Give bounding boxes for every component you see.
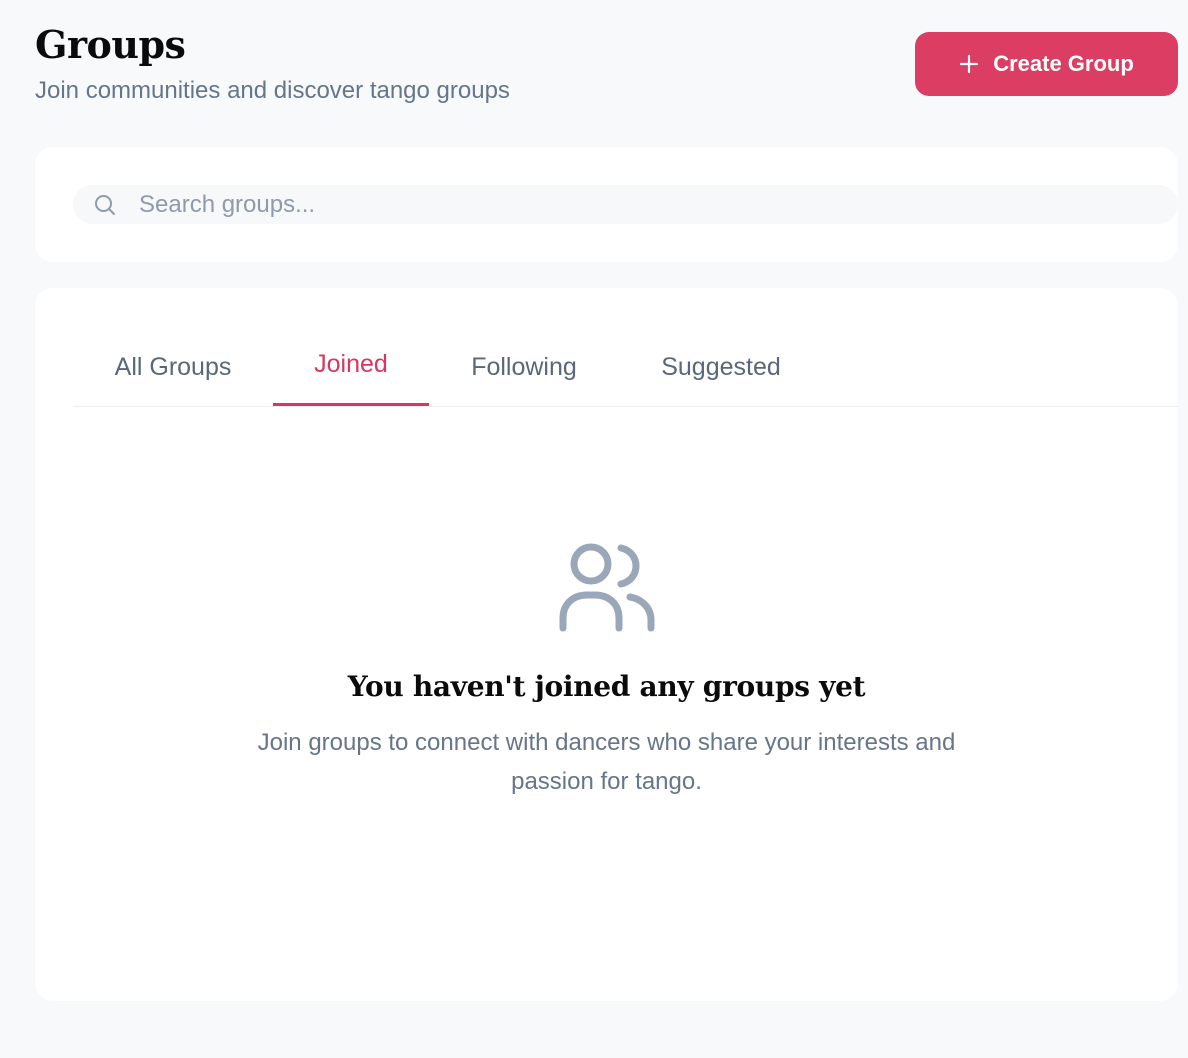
empty-state: You haven't joined any groups yet Join g… — [35, 538, 1178, 801]
create-group-button[interactable]: Create Group — [915, 32, 1178, 96]
users-icon — [557, 538, 657, 634]
search-box[interactable] — [73, 185, 1178, 224]
groups-content-card: All Groups Joined Following Suggested Yo… — [35, 288, 1178, 1001]
page-subtitle: Join communities and discover tango grou… — [35, 77, 510, 104]
empty-state-title: You haven't joined any groups yet — [347, 670, 866, 703]
tab-suggested[interactable]: Suggested — [639, 328, 803, 406]
plus-icon — [959, 54, 979, 74]
page-header: Groups Join communities and discover tan… — [35, 22, 510, 106]
search-input[interactable] — [137, 189, 1121, 220]
search-card — [35, 147, 1178, 262]
tab-following[interactable]: Following — [445, 328, 603, 406]
page-title: Groups — [35, 22, 186, 67]
tab-all-groups[interactable]: All Groups — [73, 328, 273, 406]
tab-joined[interactable]: Joined — [273, 328, 429, 406]
group-tabs: All Groups Joined Following Suggested — [73, 328, 1178, 407]
empty-state-description: Join groups to connect with dancers who … — [257, 729, 956, 795]
search-icon — [93, 193, 117, 217]
create-group-label: Create Group — [993, 51, 1134, 76]
